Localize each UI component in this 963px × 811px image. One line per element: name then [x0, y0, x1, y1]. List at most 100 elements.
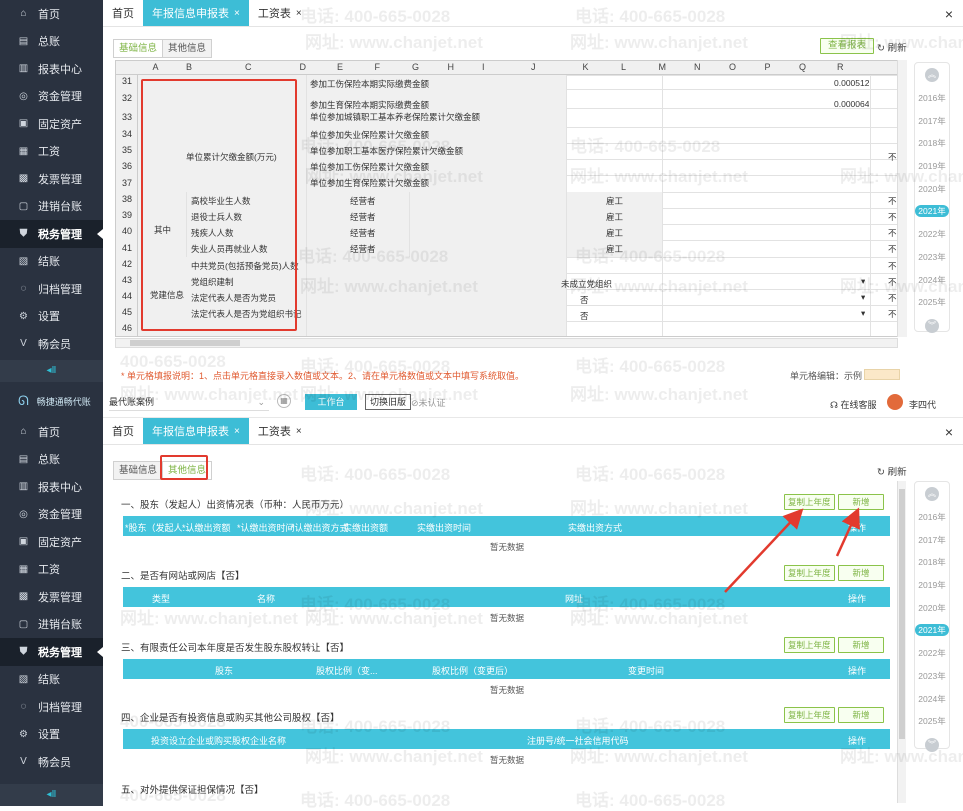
column-letter[interactable]: P	[765, 62, 771, 72]
row-number[interactable]: 32	[116, 93, 138, 103]
sheet-scrollbar-horizontal[interactable]	[115, 338, 898, 348]
year-item[interactable]: 2018年	[915, 132, 949, 155]
column-letter[interactable]: I	[482, 62, 485, 72]
column-letter[interactable]: L	[621, 62, 626, 72]
row-number[interactable]: 39	[116, 210, 138, 220]
row-number[interactable]: 36	[116, 161, 138, 171]
sheet-cell[interactable]: 0.000512	[834, 78, 869, 88]
column-letter[interactable]: K	[583, 62, 589, 72]
sheet-cell[interactable]: 不	[888, 227, 897, 239]
year-item[interactable]: 2016年	[915, 87, 949, 110]
sheet-cell[interactable]: 经营者	[350, 227, 376, 239]
sheet-cell[interactable]: 0.000064	[834, 99, 869, 109]
column-letter[interactable]: R	[837, 62, 844, 72]
close-icon[interactable]: ×	[234, 8, 240, 19]
sidebar-item-archive[interactable]: ◌ 归档管理	[0, 275, 103, 303]
view-report-button[interactable]: 查看报表	[820, 38, 875, 54]
sidebar-item-salary[interactable]: ▦ 工资	[0, 138, 103, 166]
sheet-cell[interactable]: 否	[580, 310, 589, 322]
column-letter[interactable]: B	[186, 62, 192, 72]
tab-annual-report[interactable]: 年报信息申报表 ×	[143, 0, 249, 26]
sidebar-item-member[interactable]: V 畅会员	[0, 330, 103, 358]
sheet-cell[interactable]: 不	[888, 260, 897, 272]
sheet-scrollbar-vertical[interactable]	[897, 60, 907, 337]
column-letter[interactable]: O	[729, 62, 736, 72]
window-close-icon[interactable]: ×	[945, 6, 953, 22]
row-number[interactable]: 41	[116, 243, 138, 253]
sheet-cell[interactable]: 单位参加失业保险累计欠缴金额	[310, 129, 429, 141]
column-letter[interactable]: C	[245, 62, 252, 72]
row-number[interactable]: 35	[116, 145, 138, 155]
sheet-cell[interactable]: 雇工	[606, 243, 623, 255]
sheet-cell[interactable]: 不	[888, 151, 897, 163]
sheet-cell[interactable]: 单位参加职工基本医疗保险累计欠缴金额	[310, 145, 463, 157]
scroll-thumb[interactable]	[130, 340, 240, 346]
column-letter[interactable]: N	[694, 62, 701, 72]
sheet-cell[interactable]: 经营者	[350, 243, 376, 255]
year-item[interactable]: 2024年	[915, 269, 949, 292]
tab-home[interactable]: 首页	[103, 0, 143, 26]
sheet-cell[interactable]: 参加生育保险本期实际缴费金额	[310, 99, 429, 111]
sheet-cell[interactable]: 不	[888, 292, 897, 304]
year-item[interactable]: 2020年	[915, 178, 949, 201]
sidebar-collapse-button[interactable]: ◂Ⅱ	[0, 360, 103, 382]
refresh-button[interactable]: ↻ 刷新	[877, 40, 907, 54]
sheet-cell[interactable]: 经营者	[350, 195, 376, 207]
chevron-down-icon[interactable]: ▾	[861, 292, 865, 303]
year-item[interactable]: 2022年	[915, 223, 949, 246]
sheet-cell[interactable]: 不	[888, 276, 897, 288]
column-letter[interactable]: H	[448, 62, 455, 72]
sheet-cell[interactable]: 单位参加城镇职工基本养老保险累计欠缴金额	[310, 111, 480, 123]
sidebar-item-asset[interactable]: ▣ 固定资产	[0, 110, 103, 138]
sidebar-item-inventory[interactable]: ▢ 进销台账	[0, 193, 103, 221]
row-number[interactable]: 40	[116, 226, 138, 236]
column-letter[interactable]: A	[153, 62, 159, 72]
cell-edit-input[interactable]	[864, 369, 900, 380]
sidebar-item-closing[interactable]: ▧ 结账	[0, 248, 103, 276]
year-item[interactable]: 2019年	[915, 155, 949, 178]
column-letter[interactable]: M	[659, 62, 667, 72]
row-number[interactable]: 43	[116, 275, 138, 285]
column-letter[interactable]: G	[412, 62, 419, 72]
year-item[interactable]: 2021年	[915, 200, 949, 223]
sheet-cell[interactable]: 不	[888, 195, 897, 207]
column-letter[interactable]: Q	[799, 62, 806, 72]
sheet-cell[interactable]: 否	[580, 294, 589, 306]
year-item[interactable]: 2023年	[915, 246, 949, 269]
row-number[interactable]: 34	[116, 129, 138, 139]
tab-salary[interactable]: 工资表 ×	[249, 0, 311, 26]
row-number[interactable]: 33	[116, 112, 138, 122]
year-item[interactable]: 2025年	[915, 291, 949, 314]
row-number[interactable]: 46	[116, 323, 138, 333]
subtab-other-info[interactable]: 其他信息	[162, 39, 213, 58]
sidebar-item-invoice[interactable]: ▩ 发票管理	[0, 165, 103, 193]
row-number[interactable]: 44	[116, 291, 138, 301]
sheet-cell[interactable]: 不	[888, 308, 897, 320]
sheet-cell[interactable]: 不	[888, 211, 897, 223]
row-number[interactable]: 42	[116, 259, 138, 269]
chevron-down-icon[interactable]: ▾	[861, 308, 865, 319]
chevron-down-icon[interactable]: ︾	[925, 318, 939, 333]
row-number[interactable]: 45	[116, 307, 138, 317]
sidebar-item-settings[interactable]: ⚙ 设置	[0, 303, 103, 331]
column-letter[interactable]: E	[337, 62, 343, 72]
sheet-cell[interactable]: 经营者	[350, 211, 376, 223]
chevron-up-icon[interactable]: ︽	[925, 68, 939, 82]
subtab-basic-info[interactable]: 基础信息	[113, 39, 164, 58]
sheet-cell[interactable]: 雇工	[606, 211, 623, 223]
sheet-cell[interactable]: 单位参加工伤保险累计欠缴金额	[310, 161, 429, 173]
sheet-cell[interactable]: 单位参加生育保险累计欠缴金额	[310, 177, 429, 189]
sheet-cell[interactable]: 参加工伤保险本期实际缴费金额	[310, 78, 429, 90]
column-letter[interactable]: D	[300, 62, 307, 72]
row-number[interactable]: 37	[116, 178, 138, 188]
year-item[interactable]: 2017年	[915, 110, 949, 133]
row-number[interactable]: 31	[116, 76, 138, 86]
sidebar-item-home[interactable]: ⌂ 首页	[0, 0, 103, 28]
sheet-cell[interactable]: 雇工	[606, 227, 623, 239]
sheet-cell[interactable]: 不	[888, 243, 897, 255]
sidebar-item-chart[interactable]: ▥ 报表中心	[0, 55, 103, 83]
sheet-cell[interactable]: 未成立党组织	[561, 278, 612, 290]
sheet-cell[interactable]: 雇工	[606, 195, 623, 207]
close-icon[interactable]: ×	[296, 8, 302, 19]
sidebar-item-tax[interactable]: ⛊ 税务管理	[0, 220, 103, 248]
